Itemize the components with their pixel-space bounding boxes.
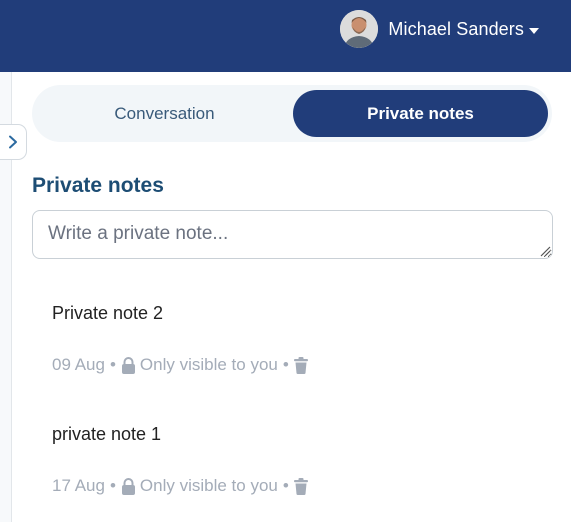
top-bar: Michael Sanders bbox=[0, 0, 571, 72]
lock-icon bbox=[121, 356, 136, 374]
list-item: private note 1 17 Aug • Only visible to … bbox=[52, 424, 532, 496]
chevron-right-icon bbox=[9, 135, 17, 149]
tab-private-notes[interactable]: Private notes bbox=[293, 90, 548, 137]
resize-grip-icon[interactable] bbox=[539, 245, 551, 257]
trash-icon[interactable] bbox=[293, 356, 308, 374]
note-date: 17 Aug bbox=[52, 476, 105, 495]
trash-icon[interactable] bbox=[293, 477, 308, 495]
tab-conversation[interactable]: Conversation bbox=[37, 90, 292, 137]
expand-sidebar-button[interactable] bbox=[0, 124, 27, 160]
separator: • bbox=[109, 476, 116, 495]
tab-switcher: Conversation Private notes bbox=[32, 85, 552, 142]
note-text: Private note 2 bbox=[52, 303, 164, 323]
note-meta: 17 Aug • Only visible to you • bbox=[52, 476, 532, 496]
note-meta: 09 Aug • Only visible to you • bbox=[52, 355, 532, 375]
caret-down-icon bbox=[529, 27, 539, 34]
visibility-label: Only visible to you bbox=[139, 476, 278, 495]
note-text: private note 1 bbox=[52, 424, 162, 444]
section-title: Private notes bbox=[32, 174, 164, 197]
separator: • bbox=[282, 476, 289, 495]
visibility-label: Only visible to you bbox=[139, 355, 278, 374]
avatar bbox=[340, 10, 379, 48]
user-name: Michael Sanders bbox=[388, 18, 524, 39]
separator: • bbox=[282, 355, 289, 374]
note-date: 09 Aug bbox=[52, 355, 105, 374]
user-menu[interactable]: Michael Sanders bbox=[340, 10, 539, 48]
list-item: Private note 2 09 Aug • Only visible to … bbox=[52, 303, 532, 375]
separator: • bbox=[109, 355, 116, 374]
private-note-input[interactable] bbox=[32, 210, 553, 259]
lock-icon bbox=[121, 477, 136, 495]
